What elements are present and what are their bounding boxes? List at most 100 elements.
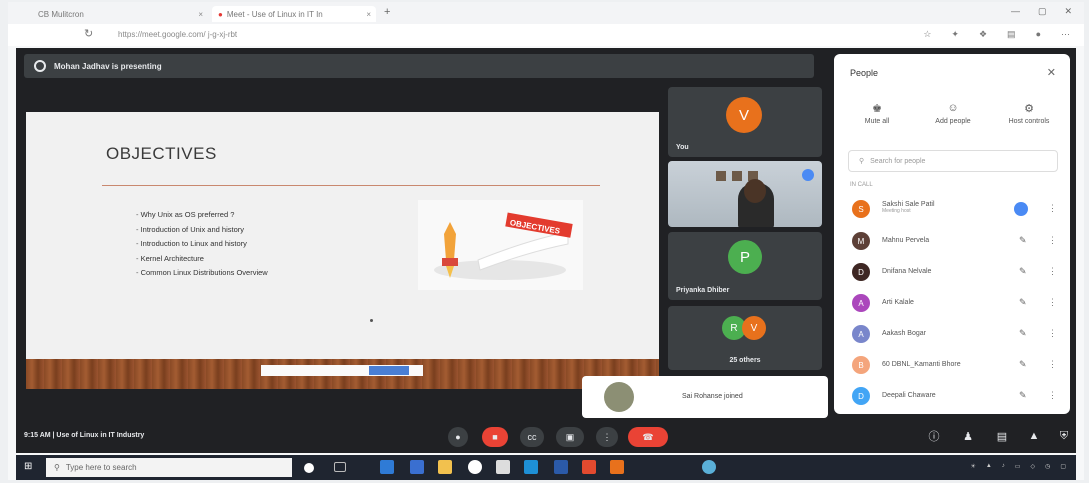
add-person-icon: ☺ xyxy=(947,102,959,114)
minimize-icon[interactable]: — xyxy=(1011,6,1020,17)
more-icon[interactable]: ⋮ xyxy=(1048,390,1057,401)
close-icon[interactable]: × xyxy=(366,10,371,19)
more-icon[interactable]: ⋮ xyxy=(1048,235,1057,246)
battery-icon[interactable]: ▭ xyxy=(1015,463,1021,470)
mute-icon: ♚ xyxy=(872,103,882,115)
maximize-icon[interactable]: ▢ xyxy=(1038,6,1047,17)
avatar: A xyxy=(852,294,870,312)
people-icon[interactable]: ♟ xyxy=(960,428,976,444)
bullet-item: Introduction of Unix and history xyxy=(136,225,268,234)
tile-you[interactable]: V You xyxy=(668,87,822,157)
window-controls: — ▢ ✕ xyxy=(1011,6,1072,17)
new-tab-button[interactable]: + xyxy=(384,6,390,18)
avatar: P xyxy=(728,240,762,274)
mute-all-button[interactable]: ♚ Mute all xyxy=(842,102,912,125)
mic-button[interactable]: ● xyxy=(448,427,468,447)
notification-icon[interactable]: ▢ xyxy=(1060,463,1066,470)
captions-icon: cc xyxy=(527,432,537,442)
volume-icon[interactable]: ♪ xyxy=(1002,463,1005,470)
more-options-button[interactable]: ⋮ xyxy=(596,427,618,447)
camera-off-icon: ■ xyxy=(492,432,498,442)
leave-call-button[interactable]: ☎ xyxy=(628,427,668,447)
more-icon[interactable]: ⋮ xyxy=(1048,266,1057,277)
add-people-button[interactable]: ☺ Add people xyxy=(918,102,988,125)
objectives-graphic: OBJECTIVES xyxy=(418,200,583,290)
activities-icon[interactable]: ▲ xyxy=(1026,428,1042,444)
slide-control-button[interactable] xyxy=(369,366,409,375)
mic-off-icon[interactable]: ✎ xyxy=(1019,328,1027,339)
mic-off-icon[interactable]: ✎ xyxy=(1019,235,1027,246)
close-window-icon[interactable]: ✕ xyxy=(1064,6,1072,17)
tile-label: You xyxy=(676,144,689,151)
more-icon[interactable]: ⋮ xyxy=(1048,328,1057,339)
close-icon[interactable]: × xyxy=(198,10,203,19)
participant-row[interactable]: A Aakash Bogar ✎ ⋮ xyxy=(834,321,1070,347)
mic-off-icon[interactable]: ✎ xyxy=(1019,297,1027,308)
audio-badge-icon xyxy=(802,169,814,181)
app-icon[interactable] xyxy=(702,460,716,474)
hang-up-icon: ☎ xyxy=(642,431,654,442)
reload-icon[interactable]: ↻ xyxy=(84,27,93,40)
participant-name: Sakshi Sale Patil Meeting host xyxy=(882,201,935,214)
network-icon[interactable]: ▲ xyxy=(986,463,992,470)
tile-camera[interactable] xyxy=(668,161,822,227)
file-explorer-icon[interactable] xyxy=(438,460,452,474)
url-field[interactable]: https://meet.google.com/ j-g-xj-rbt xyxy=(118,30,237,39)
clock-icon[interactable]: ◷ xyxy=(1045,463,1050,470)
collections-icon[interactable]: ▤ xyxy=(1007,29,1016,40)
record-icon: ● xyxy=(218,9,223,19)
menu-icon[interactable]: ⋯ xyxy=(1061,29,1070,40)
more-icon[interactable]: ⋮ xyxy=(1048,203,1057,214)
browser-toolbar: ☆ ✦ ❖ ▤ ● ⋯ xyxy=(923,29,1070,40)
participant-row[interactable]: M Mahnu Pervela ✎ ⋮ xyxy=(834,228,1070,254)
lock-icon[interactable]: ⛨ xyxy=(1056,428,1072,444)
tile-label: Priyanka Dhiber xyxy=(676,287,730,294)
participant-row[interactable]: A Arti Kalale ✎ ⋮ xyxy=(834,290,1070,316)
camera-button[interactable]: ■ xyxy=(482,427,508,447)
host-controls-button[interactable]: ⚙ Host controls xyxy=(994,102,1064,125)
present-button[interactable]: ▣ xyxy=(556,427,584,447)
participant-name: 60 DBNL_Kamanti Bhore xyxy=(882,361,961,368)
extension-icon[interactable]: ✦ xyxy=(951,29,959,40)
tile-priyanka[interactable]: P Priyanka Dhiber xyxy=(668,232,822,300)
participant-row[interactable]: B 60 DBNL_Kamanti Bhore ✎ ⋮ xyxy=(834,352,1070,378)
mic-off-icon[interactable]: ✎ xyxy=(1019,359,1027,370)
participant-row[interactable]: S Sakshi Sale Patil Meeting host ⋮ xyxy=(834,196,1070,222)
app-icon[interactable] xyxy=(496,460,510,474)
app-icon[interactable] xyxy=(610,460,624,474)
info-icon[interactable]: ⓘ xyxy=(926,428,942,444)
chat-icon[interactable]: ▤ xyxy=(994,428,1010,444)
more-icon[interactable]: ⋮ xyxy=(1048,297,1057,308)
more-icon[interactable]: ⋮ xyxy=(1048,359,1057,370)
participant-row[interactable]: D Deepali Chaware ✎ ⋮ xyxy=(834,383,1070,409)
star-icon[interactable]: ☆ xyxy=(923,29,931,40)
language-icon[interactable]: ◇ xyxy=(1030,463,1035,470)
action-label: Add people xyxy=(935,118,971,125)
favorites-icon[interactable]: ❖ xyxy=(979,29,987,40)
captions-button[interactable]: cc xyxy=(520,427,544,447)
people-search-input[interactable]: ⚲ Search for people xyxy=(848,150,1058,172)
participant-row[interactable]: D Dnifana Nelvale ✎ ⋮ xyxy=(834,259,1070,285)
close-icon[interactable]: ✕ xyxy=(1047,66,1056,79)
windows-start-icon[interactable]: ⊞ xyxy=(24,461,36,473)
weather-icon[interactable]: ☀ xyxy=(970,463,975,470)
avatar: S xyxy=(852,200,870,218)
tile-others[interactable]: R V 25 others xyxy=(668,306,822,370)
app-icon[interactable] xyxy=(380,460,394,474)
more-icon: ⋮ xyxy=(602,431,612,442)
slide-controls-strip[interactable] xyxy=(261,365,423,376)
cortana-icon[interactable] xyxy=(304,463,314,473)
task-view-icon[interactable] xyxy=(334,462,346,472)
app-icon[interactable] xyxy=(410,460,424,474)
browser-tab-meet[interactable]: ● Meet - Use of Linux in IT In × xyxy=(212,6,376,22)
profile-icon[interactable]: ● xyxy=(1036,29,1041,40)
chrome-icon[interactable] xyxy=(468,460,482,474)
browser-tab-cb[interactable]: CB Mulitcron × xyxy=(32,6,208,22)
search-placeholder: Search for people xyxy=(870,157,926,165)
office-icon[interactable] xyxy=(582,460,596,474)
edge-icon[interactable] xyxy=(524,460,538,474)
app-icon[interactable] xyxy=(554,460,568,474)
mic-off-icon[interactable]: ✎ xyxy=(1019,266,1027,277)
mic-off-icon[interactable]: ✎ xyxy=(1019,390,1027,401)
taskbar-search-input[interactable]: ⚲ Type here to search xyxy=(46,458,292,477)
